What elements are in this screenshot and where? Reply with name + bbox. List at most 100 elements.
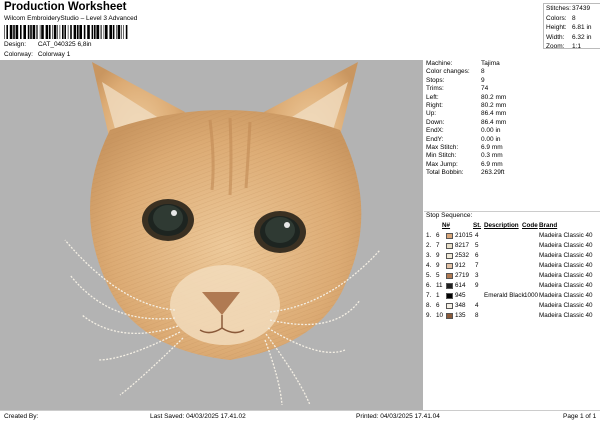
info-label: Down: bbox=[426, 118, 445, 126]
summary-box: Stitches: 37439 Colors: 8 Height: 6.81 in W… bbox=[543, 3, 600, 50]
info-value: 8 bbox=[481, 68, 485, 76]
color-number: 9 bbox=[475, 282, 479, 289]
summary-row: Colors: 8 bbox=[546, 14, 576, 22]
table-row: 1. 6 21015 4 Madeira Classic 40 bbox=[424, 231, 600, 241]
thread-brand: Madeira Classic 40 bbox=[539, 302, 593, 309]
summary-row: Zoom: 1:1 bbox=[546, 43, 582, 50]
color-swatch bbox=[446, 273, 453, 279]
needle-number: 7 bbox=[436, 242, 440, 249]
stop-sequence-table: N# St. Description Code Brand 1. 6 21015 4 M… bbox=[424, 221, 600, 321]
needle-number: 6 bbox=[436, 232, 440, 239]
table-row: 3. 9 2532 6 Madeira Classic 40 bbox=[424, 251, 600, 261]
col-description: Description bbox=[484, 222, 519, 229]
info-value: 86.4 mm bbox=[481, 110, 507, 118]
info-label: EndX: bbox=[426, 127, 444, 135]
col-num: N# bbox=[442, 222, 451, 229]
seq-number: 3. bbox=[426, 252, 432, 259]
page-number: Page 1 of 1 bbox=[563, 413, 597, 420]
stitch-count: 21015 bbox=[455, 232, 473, 239]
stitch-count: 2532 bbox=[455, 252, 470, 259]
color-swatch bbox=[446, 263, 453, 269]
color-swatch bbox=[446, 303, 453, 309]
info-value: 80.2 mm bbox=[481, 102, 507, 110]
info-row: Min Stitch: 0.3 mm bbox=[424, 152, 600, 160]
info-row: Machine: Tajima bbox=[424, 60, 600, 68]
info-value: Tajima bbox=[481, 60, 500, 67]
needle-number: 11 bbox=[436, 282, 443, 289]
colorway-value: Colorway 1 bbox=[37, 51, 71, 58]
seq-number: 4. bbox=[426, 262, 432, 269]
info-label: Machine: bbox=[426, 60, 453, 67]
color-swatch bbox=[446, 233, 453, 239]
info-row: Max Jump: 6.9 mm bbox=[424, 161, 600, 169]
stop-rows: 1. 6 21015 4 Madeira Classic 40 2. 7 8217 5 Madei… bbox=[424, 231, 600, 321]
table-header: N# St. Description Code Brand bbox=[424, 221, 600, 231]
info-value: 74 bbox=[481, 85, 489, 93]
info-row: Stops: 9 bbox=[424, 77, 600, 85]
seq-number: 5. bbox=[426, 272, 432, 279]
thread-brand: Madeira Classic 40 bbox=[539, 242, 593, 249]
info-label: Left: bbox=[426, 93, 439, 101]
info-value: 0.00 in bbox=[481, 127, 501, 135]
barcode bbox=[4, 25, 128, 39]
stitch-count: 2719 bbox=[455, 272, 470, 279]
last-saved: Last Saved: 04/03/2025 17.41.02 bbox=[150, 413, 246, 420]
seq-number: 1. bbox=[426, 232, 432, 239]
info-row: Trims: 74 bbox=[424, 85, 600, 93]
seq-number: 7. bbox=[426, 292, 432, 299]
footer: Created By: Last Saved: 04/03/2025 17.41… bbox=[0, 410, 600, 425]
info-label: Color changes: bbox=[426, 68, 470, 76]
colorway-row: Colorway: Colorway 1 bbox=[4, 51, 70, 58]
info-row: EndY: 0.00 in bbox=[424, 136, 600, 144]
info-label: Up: bbox=[426, 110, 437, 118]
software-subtitle: Wilcom EmbroideryStudio – Level 3 Advanc… bbox=[4, 15, 138, 22]
table-row: 7. 1 945 Emerald Black 1000 Madeira Classic 4… bbox=[424, 291, 600, 301]
stitch-count: 135 bbox=[455, 312, 466, 319]
needle-number: 9 bbox=[436, 262, 440, 269]
embroidered-cat-image bbox=[64, 62, 381, 406]
design-label: Design: bbox=[4, 41, 27, 48]
info-label: Min Stitch: bbox=[426, 152, 457, 160]
seq-number: 9. bbox=[426, 312, 432, 319]
table-row: 6. 11 614 9 Madeira Classic 40 bbox=[424, 281, 600, 291]
thread-brand: Madeira Classic 40 bbox=[539, 252, 593, 259]
info-value: 0.3 mm bbox=[481, 152, 503, 160]
color-number: 3 bbox=[475, 272, 479, 279]
seq-number: 6. bbox=[426, 282, 432, 289]
info-label: EndY: bbox=[426, 135, 444, 143]
left-eye bbox=[142, 199, 194, 241]
table-row: 2. 7 8217 5 Madeira Classic 40 bbox=[424, 241, 600, 251]
table-row: 8. 6 348 4 Madeira Classic 40 bbox=[424, 301, 600, 311]
summary-row: Width: 6.32 in bbox=[546, 33, 592, 41]
needle-number: 5 bbox=[436, 272, 440, 279]
created-by: Created By: bbox=[4, 413, 39, 420]
design-row: Design: CAT_040325 6,8in bbox=[4, 41, 92, 48]
info-value: 9 bbox=[481, 76, 485, 84]
printed-date: Printed: 04/03/2025 17.41.04 bbox=[356, 413, 440, 420]
info-label: Total Bobbin: bbox=[426, 169, 464, 177]
info-row: Max Stitch: 6.9 mm bbox=[424, 144, 600, 152]
table-row: 5. 5 2719 3 Madeira Classic 40 bbox=[424, 271, 600, 281]
machine-info-panel: Machine: Tajima Color changes: 8 Stops: 9 Trim… bbox=[424, 60, 600, 178]
color-number: 8 bbox=[475, 312, 479, 319]
info-row: EndX: 0.00 in bbox=[424, 127, 600, 135]
info-row: Right: 80.2 mm bbox=[424, 102, 600, 110]
info-label: Max Jump: bbox=[426, 160, 458, 168]
color-number: 5 bbox=[475, 242, 479, 249]
color-swatch bbox=[446, 313, 453, 319]
colorway-label: Colorway: bbox=[4, 51, 33, 58]
color-swatch bbox=[446, 283, 453, 289]
design-value: CAT_040325 6,8in bbox=[37, 41, 92, 48]
thread-brand: Madeira Classic 40 bbox=[539, 272, 593, 279]
needle-number: 10 bbox=[436, 312, 444, 319]
color-number: 4 bbox=[475, 302, 479, 309]
right-eye bbox=[254, 211, 306, 253]
color-swatch bbox=[446, 243, 453, 249]
info-value: 6.9 mm bbox=[481, 144, 503, 152]
stop-sequence-title: Stop Sequence: bbox=[424, 211, 600, 219]
info-value: 80.2 mm bbox=[481, 93, 507, 101]
page-title: Production Worksheet bbox=[4, 1, 127, 13]
info-label: Max Stitch: bbox=[426, 144, 459, 152]
color-number: 7 bbox=[475, 262, 479, 269]
info-row: Left: 80.2 mm bbox=[424, 94, 600, 102]
